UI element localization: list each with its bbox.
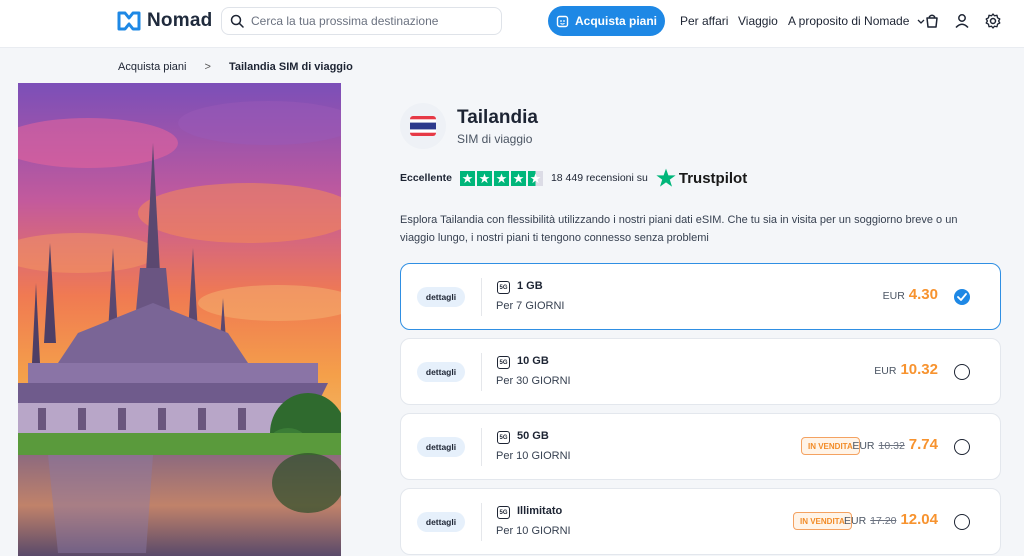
plan-divider [481, 353, 482, 391]
plan-radio[interactable] [954, 364, 970, 380]
rating-label: Eccellente [400, 172, 452, 184]
rating-stars [459, 170, 543, 186]
price-currency: EUR [852, 440, 875, 452]
thailand-flag-icon [410, 116, 436, 136]
sim-card-icon [556, 15, 569, 27]
plan-card[interactable]: dettagli 5G 50 GB Per 10 GIORNI IN VENDITA EU… [400, 413, 1001, 480]
search-input[interactable] [251, 14, 491, 28]
trustpilot-rating[interactable]: Eccellente 18 449 recensioni su Trustpil… [400, 168, 747, 188]
plan-card[interactable]: dettagli 5G Illimitato Per 10 GIORNI IN VEND… [400, 488, 1001, 555]
nav-about[interactable]: A proposito di Nomade [788, 14, 925, 28]
plan-price: EUR 10.32 7.74 [852, 436, 938, 453]
details-button[interactable]: dettagli [417, 512, 465, 532]
trustpilot-star-icon [656, 168, 676, 187]
price-currency: EUR [844, 515, 867, 527]
country-subtitle: SIM di viaggio [457, 132, 533, 146]
nav-business[interactable]: Per affari [680, 14, 728, 28]
user-icon[interactable] [953, 12, 971, 30]
nav-about-label: A proposito di Nomade [788, 14, 910, 28]
plan-card[interactable]: dettagli 5G 10 GB Per 30 GIORNI EUR 10.32 [400, 338, 1001, 405]
plan-radio[interactable] [954, 514, 970, 530]
5g-badge-icon: 5G [497, 356, 510, 369]
breadcrumb-current: Tailandia SIM di viaggio [228, 61, 353, 73]
5g-badge-icon: 5G [497, 506, 510, 519]
price-value: 4.30 [908, 286, 938, 303]
star-icon [476, 170, 492, 186]
nomad-logo[interactable]: Nomad [117, 10, 212, 32]
breadcrumb: Acquista piani > Tailandia SIM di viaggi… [118, 61, 353, 73]
plan-radio[interactable] [954, 439, 970, 455]
price-value: 12.04 [900, 511, 938, 528]
search-box[interactable] [221, 7, 502, 35]
nav-travel[interactable]: Viaggio [738, 14, 778, 28]
country-name: Tailandia [457, 107, 538, 128]
plan-radio-checked[interactable] [954, 289, 970, 305]
plan-data-amount: Illimitato [517, 505, 563, 517]
plan-duration: Per 30 GIORNI [496, 375, 571, 387]
plan-card[interactable]: dettagli 5G 1 GB Per 7 GIORNI EUR 4.30 [400, 263, 1001, 330]
gear-icon[interactable] [984, 12, 1002, 30]
top-header: Nomad Acquista piani Per affari Viaggio … [0, 0, 1024, 48]
trustpilot-brand: Trustpilot [678, 169, 748, 187]
buy-plans-label: Acquista piani [574, 14, 657, 28]
review-count: 18 449 recensioni su [550, 172, 648, 184]
search-icon [230, 14, 244, 28]
plan-divider [481, 428, 482, 466]
plan-price: EUR 17.20 12.04 [844, 511, 938, 528]
country-description: Esplora Tailandia con flessibilità utili… [400, 214, 958, 244]
half-star-icon [527, 170, 543, 186]
shopping-bag-icon[interactable] [923, 12, 941, 30]
trustpilot-logo: Trustpilot [656, 168, 747, 188]
star-icon [510, 170, 526, 186]
details-button[interactable]: dettagli [417, 362, 465, 382]
plan-data-amount: 10 GB [517, 355, 549, 367]
price-value: 10.32 [900, 361, 938, 378]
thailand-temple-image [18, 83, 341, 556]
plan-duration: Per 10 GIORNI [496, 450, 571, 462]
5g-badge-icon: 5G [497, 431, 510, 444]
plan-duration: Per 7 GIORNI [496, 300, 565, 312]
sale-badge: IN VENDITA [801, 437, 860, 455]
old-price: 17.20 [870, 515, 897, 527]
plan-price: EUR 10.32 [874, 361, 938, 378]
price-currency: EUR [882, 290, 905, 302]
plan-data-amount: 1 GB [517, 280, 543, 292]
country-flag [400, 103, 446, 149]
price-currency: EUR [874, 365, 897, 377]
star-icon [459, 170, 475, 186]
nomad-logo-icon [117, 11, 141, 31]
plan-duration: Per 10 GIORNI [496, 525, 571, 537]
details-button[interactable]: dettagli [417, 287, 465, 307]
logo-text: Nomad [147, 10, 213, 31]
plan-divider [481, 503, 482, 541]
old-price: 10.32 [878, 440, 905, 452]
price-value: 7.74 [908, 436, 938, 453]
checkmark-icon [957, 293, 967, 301]
breadcrumb-buy-plans[interactable]: Acquista piani [118, 61, 187, 73]
plan-price: EUR 4.30 [883, 286, 938, 303]
plan-data-amount: 50 GB [517, 430, 549, 442]
5g-badge-icon: 5G [497, 281, 510, 294]
buy-plans-button[interactable]: Acquista piani [548, 6, 665, 36]
details-button[interactable]: dettagli [417, 437, 465, 457]
plan-divider [481, 278, 482, 316]
star-icon [493, 170, 509, 186]
sale-badge: IN VENDITA [793, 512, 852, 530]
breadcrumb-separator: > [204, 61, 211, 73]
